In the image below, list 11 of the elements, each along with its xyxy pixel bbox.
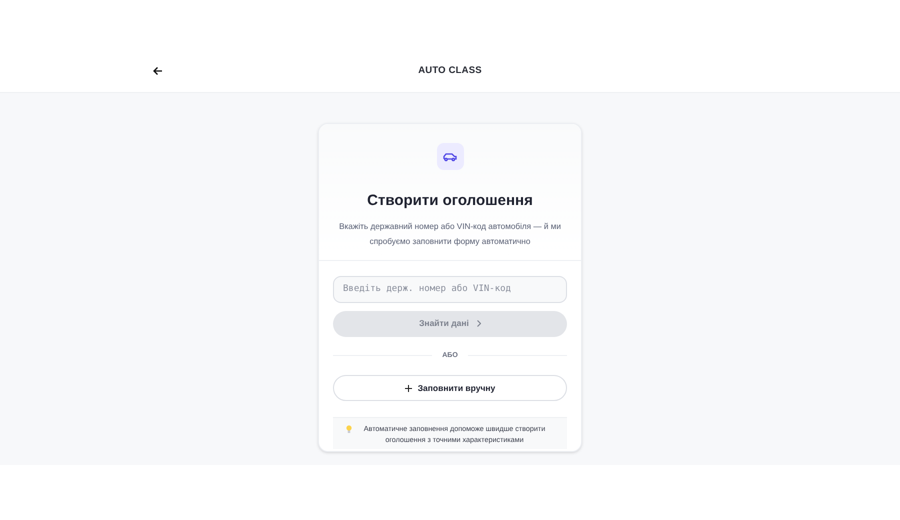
back-button[interactable]	[152, 65, 164, 77]
chevron-right-icon	[476, 320, 481, 327]
plus-icon	[404, 384, 412, 392]
fill-manually-button[interactable]: Заповнити вручну	[333, 375, 567, 401]
card-title: Створити оголошення	[367, 191, 533, 211]
app-title: AUTO CLASS	[418, 64, 482, 78]
lightbulb-icon	[346, 425, 352, 434]
back-arrow-icon	[153, 66, 163, 76]
plate-or-vin-field[interactable]: Введіть держ. номер або VIN-код	[333, 276, 567, 302]
card-subtitle: Вкажіть державний номер або VIN-код автомобіля — й ми спробуємо заповнити форму автоматично	[338, 220, 562, 248]
car-icon	[443, 152, 457, 162]
